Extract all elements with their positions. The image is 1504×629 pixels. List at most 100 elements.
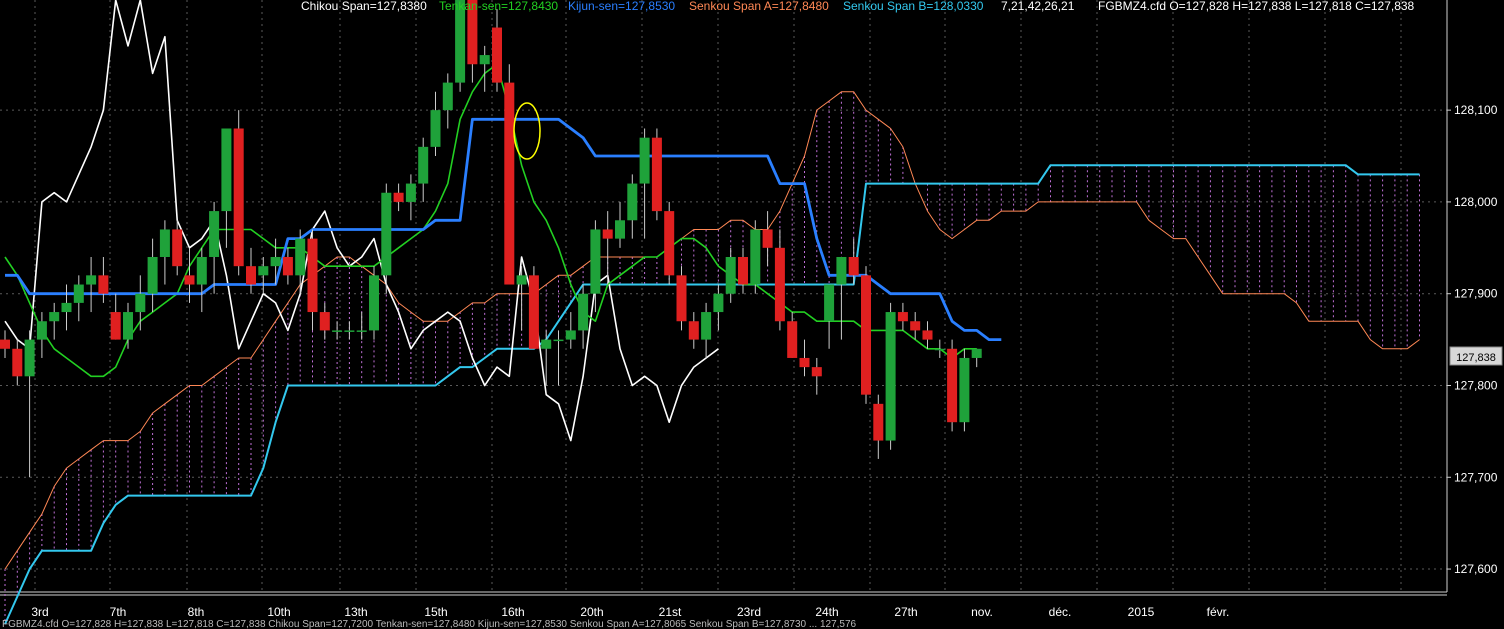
legend: Chikou Span=127,8380 Tenkan-sen=127,8430… [301,0,1415,13]
candle-down [651,137,662,212]
candle-down [688,321,699,340]
legend-senkou-a: Senkou Span A=127,8480 [689,0,829,13]
x-tick-label: 13th [344,605,367,619]
candle-up [590,229,601,294]
y-tick-label: 127,700 [1454,470,1498,484]
candle-up [516,275,527,285]
candle-down [233,128,244,267]
legend-kijun: Kijun-sen=127,8530 [568,0,675,13]
candle-down [172,229,183,267]
candle-up [750,229,761,285]
candle-up [295,238,306,276]
x-tick-label: févr. [1207,605,1230,619]
candle-down [504,82,515,285]
candle-down [910,321,921,331]
x-tick-label: 24th [815,605,838,619]
candle-up [73,284,84,303]
candle-up [369,275,379,331]
legend-senkou-b: Senkou Span B=128,0330 [843,0,984,13]
candle-up [885,312,896,441]
candle-up [479,55,490,65]
candle-down [319,312,330,331]
candle-up [824,284,835,322]
candle-up [36,321,47,340]
candle-up [123,312,133,340]
candle-up [196,256,207,285]
legend-tenkan: Tenkan-sen=127,8430 [439,0,558,13]
candle-down [184,275,195,285]
candle-up [270,256,281,267]
candle-up [934,348,945,351]
candle-down [676,275,687,322]
candle-up [332,330,343,332]
candle-down [787,321,798,358]
legend-ohlc: FGBMZ4.cfd O=127,828 H=127,838 L=127,818… [1098,0,1415,13]
candle-up [86,275,97,285]
candle-down [799,357,810,368]
candle-up [405,183,416,202]
candle-down [528,275,539,349]
candle-up [147,256,158,294]
candle-up [578,293,589,331]
candle-down [0,339,10,349]
candle-down [12,348,23,377]
x-tick-label: 20th [580,605,603,619]
candle-up [159,229,170,257]
candle-up [135,293,146,313]
candle-down [897,312,908,322]
x-tick-label: 21st [659,605,682,619]
candle-up [442,82,453,111]
candle-up [356,330,367,332]
candle-up [627,183,638,221]
candle-up [701,312,712,340]
y-tick-label: 127,600 [1454,562,1498,576]
ichimoku-chart: 127,600 127,700 127,800 127,900 128,000 128,1… [0,0,1504,629]
x-tick-label: 27th [894,605,917,619]
candle-up [971,348,982,358]
candle-up [61,302,72,313]
x-tick-label: 23rd [737,605,761,619]
candle-down [774,247,785,322]
legend-chikou: Chikou Span=127,8380 [301,0,427,13]
candle-up [381,192,392,276]
candle-up [725,256,736,294]
status-bar: FGBMZ4.cfd O=127,828 H=127,838 L=127,818… [2,619,857,629]
y-tick-label: 127,900 [1454,287,1498,301]
y-tick-label: 127,800 [1454,378,1498,392]
candle-up [49,312,60,322]
x-tick-label: 10th [267,605,290,619]
x-tick-label: 16th [501,605,524,619]
candle-down [762,229,773,248]
x-tick-label: 3rd [31,605,48,619]
candle-up [553,339,564,342]
candle-down [848,256,859,276]
candle-down [738,256,748,285]
candle-up [713,293,724,313]
candle-down [861,275,871,395]
candle-down [873,403,884,441]
x-tick-label: 15th [424,605,447,619]
candle-up [430,110,441,147]
x-tick-label: 8th [188,605,205,619]
candle-down [393,192,404,202]
last-price-label: 127,838 [1456,352,1496,364]
candle-up [836,256,847,285]
x-tick-label: nov. [971,605,993,619]
chart-background [0,0,1504,629]
candle-down [282,256,293,276]
candle-down [307,238,318,313]
y-tick-label: 128,000 [1454,195,1498,209]
candle-down [922,330,933,340]
candle-down [246,266,256,285]
x-tick-label: 7th [110,605,127,619]
candle-up [541,339,552,349]
candle-up [221,128,232,212]
candle-up [639,137,650,184]
candle-down [811,367,822,377]
candle-up [344,330,355,332]
candle-up [959,357,970,423]
candle-up [24,339,35,377]
x-tick-label: déc. [1049,605,1072,619]
candle-up [565,330,576,340]
candle-up [258,266,269,276]
